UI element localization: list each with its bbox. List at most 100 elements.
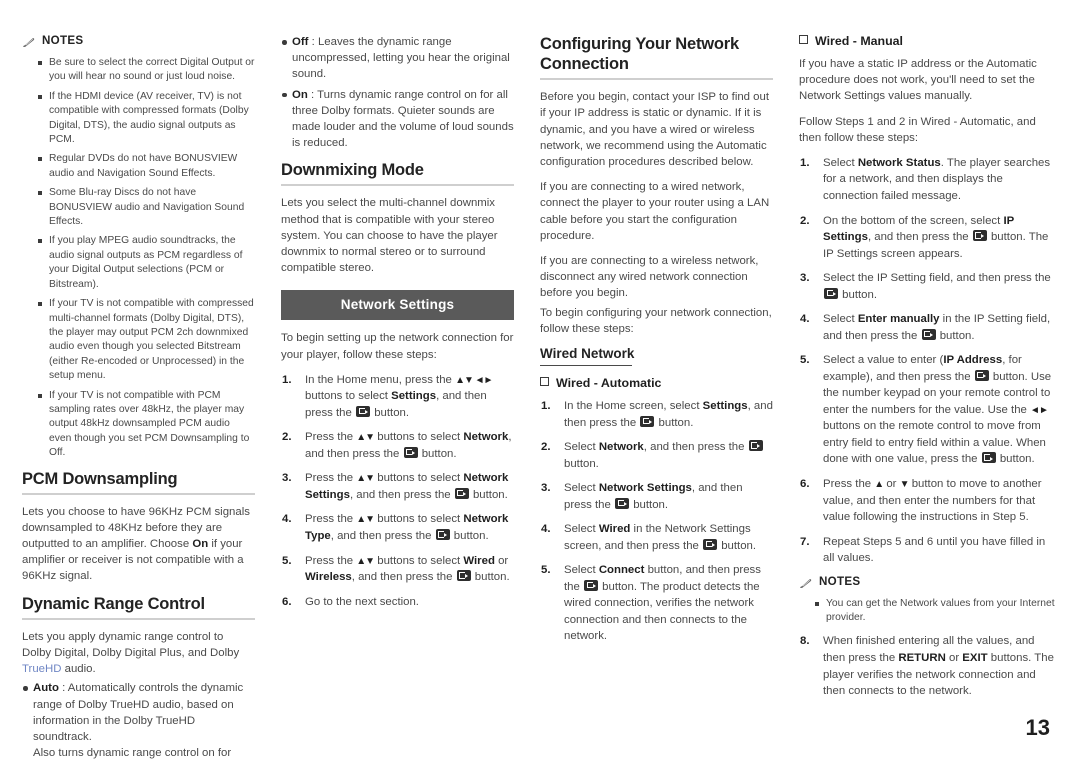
emphasis-text: Connect [598, 564, 645, 577]
step-item: On the bottom of the screen, select IP S… [800, 213, 1049, 260]
wired-manual-para-2: Follow Steps 1 and 2 in Wired - Automati… [799, 115, 1036, 144]
drc-auto-text: : Automatically controls the dynamic ran… [33, 682, 244, 743]
step-item: Go to the next section. [282, 594, 419, 610]
drc-off-label: Off [292, 36, 309, 48]
arrow-buttons-icon: ▲▼ [356, 514, 375, 526]
heading-rule [540, 78, 773, 81]
truehd-link[interactable]: TrueHD [22, 663, 61, 675]
notes-header-column4: NOTES [799, 575, 1058, 594]
emphasis-text: Wired [463, 554, 495, 567]
arrow-buttons-icon: ▼ [899, 478, 910, 490]
checkbox-marker-icon [799, 35, 808, 44]
enter-button-icon [974, 369, 989, 381]
arrow-buttons-icon: ▲ [874, 478, 884, 490]
arrow-buttons-icon: ▲▼ ◄► [455, 374, 493, 386]
drc-auto-text2: Also turns dynamic range control on for … [33, 747, 232, 760]
note-item: If your TV is not compatible with PCM sa… [38, 389, 255, 461]
emphasis-text: Network Settings [305, 472, 509, 501]
wired-automatic-header: Wired - Automatic [540, 376, 773, 390]
configuring-para-3: If you are connecting to a wireless netw… [540, 254, 759, 300]
drc-off-item: Off : Leaves the dynamic range uncompres… [281, 34, 514, 83]
arrow-buttons-icon: ▲▼ [356, 432, 375, 444]
arrow-buttons-icon: ▲▼ [356, 555, 375, 567]
drc-options-list: Auto : Automatically controls the dynami… [22, 680, 255, 761]
drc-text-2: audio. [61, 663, 96, 676]
wired-manual-label: Wired - Manual [815, 34, 904, 48]
note-item: If you play MPEG audio soundtracks, the … [38, 234, 255, 292]
emphasis-text: Wireless [305, 571, 352, 584]
step-item: Press the ▲▼ buttons to select Wired or … [282, 553, 510, 584]
pencil-icon [799, 576, 812, 594]
step-item: Select Enter manually in the IP Setting … [800, 311, 1051, 342]
enter-button-icon [703, 538, 718, 550]
step-item: Repeat Steps 5 and 6 until you have fill… [800, 534, 1046, 565]
notes-list-column1: Be sure to select the correct Digital Ou… [22, 56, 255, 461]
pcm-downsampling-body: Lets you choose to have 96KHz PCM signal… [22, 504, 255, 585]
step-item: Press the ▲▼ buttons to select Network T… [282, 511, 509, 542]
emphasis-text: Network Status [857, 156, 941, 169]
step-item: When finished entering all the values, a… [800, 633, 1054, 698]
enter-button-icon [748, 440, 763, 452]
dynamic-range-control-heading: Dynamic Range Control [22, 594, 205, 613]
drc-options-continued: Off : Leaves the dynamic range uncompres… [281, 34, 514, 151]
step-item: Press the ▲▼ buttons to select Network, … [282, 429, 512, 460]
emphasis-text: Settings [702, 400, 748, 413]
step-item: Select Network, and then press the butto… [540, 439, 773, 472]
drc-auto-label: Auto [33, 682, 59, 695]
drc-auto-item: Auto : Automatically controls the dynami… [22, 680, 255, 761]
configuring-network-heading: Configuring Your Network Connection [540, 35, 740, 74]
enter-button-icon [356, 405, 371, 417]
arrow-buttons-icon: ▲▼ [356, 473, 375, 485]
step-item: Select the IP Setting field, and then pr… [800, 270, 1051, 301]
drc-on-text: : Turns dynamic range control on for all… [292, 88, 514, 150]
network-settings-steps: In the Home menu, press the ▲▼ ◄► button… [281, 372, 514, 610]
emphasis-text: RETURN [898, 651, 946, 664]
network-settings-banner: Network Settings [281, 290, 514, 321]
notes-list-column4: You can get the Network values from your… [799, 597, 1058, 626]
drc-on-item: On : Turns dynamic range control on for … [281, 87, 514, 152]
note-item: Be sure to select the correct Digital Ou… [38, 56, 255, 85]
wired-network-underline [540, 365, 632, 367]
heading-rule [22, 492, 255, 495]
column-2: Off : Leaves the dynamic range uncompres… [281, 34, 540, 751]
enter-button-icon [584, 579, 598, 591]
note-item: If your TV is not compatible with compre… [38, 297, 255, 383]
drc-text-1: Lets you apply dynamic range control to … [22, 630, 240, 659]
manual-page: NOTES Be sure to select the correct Digi… [0, 0, 1080, 761]
emphasis-text: EXIT [962, 651, 988, 664]
enter-button-icon [921, 328, 936, 340]
downmixing-mode-heading: Downmixing Mode [281, 161, 424, 180]
step-item: Press the ▲▼ buttons to select Network S… [282, 470, 509, 501]
page-columns: NOTES Be sure to select the correct Digi… [22, 34, 1058, 759]
page-number: 13 [1025, 715, 1050, 740]
configuring-para-4: To begin configuring your network connec… [540, 306, 772, 335]
step-item: Select Wired in the Network Settings scr… [541, 521, 757, 552]
notes-title: NOTES [42, 34, 84, 47]
wired-manual-para-1: If you have a static IP address or the A… [799, 58, 1037, 103]
enter-button-icon [981, 452, 996, 464]
notes-title: NOTES [819, 574, 861, 588]
wired-network-heading: Wired Network [540, 345, 635, 361]
column-1: NOTES Be sure to select the correct Digi… [22, 34, 281, 759]
emphasis-text: Network Type [305, 513, 509, 542]
emphasis-text: Enter manually [857, 313, 940, 326]
enter-button-icon [972, 230, 987, 242]
checkbox-marker-icon [540, 377, 549, 387]
step-item: Select Network Status. The player search… [800, 155, 1051, 202]
enter-button-icon [435, 529, 450, 540]
emphasis-text: IP Address [943, 354, 1003, 367]
arrow-buttons-icon: ◄► [1030, 404, 1049, 416]
step-item: Select Network Settings, and then press … [541, 480, 743, 511]
pcm-downsampling-heading: PCM Downsampling [22, 469, 178, 488]
notes-header: NOTES [22, 34, 255, 53]
note-item: Some Blu-ray Discs do not have BONUSVIEW… [38, 186, 255, 229]
configuring-para-1: Before you begin, contact your ISP to fi… [540, 91, 770, 168]
drc-off-text: : Leaves the dynamic range uncompressed,… [292, 36, 510, 81]
downmixing-body: Lets you select the multi-channel downmi… [281, 197, 498, 275]
note-item: Regular DVDs do not have BONUSVIEW audio… [38, 152, 255, 181]
emphasis-text: Settings [391, 390, 437, 403]
column-4: Wired - Manual If you have a static IP a… [799, 34, 1058, 751]
step-item: Select a value to enter (IP Address, for… [800, 352, 1052, 466]
heading-rule [281, 184, 514, 187]
configuring-para-2: If you are connecting to a wired network… [540, 181, 770, 242]
